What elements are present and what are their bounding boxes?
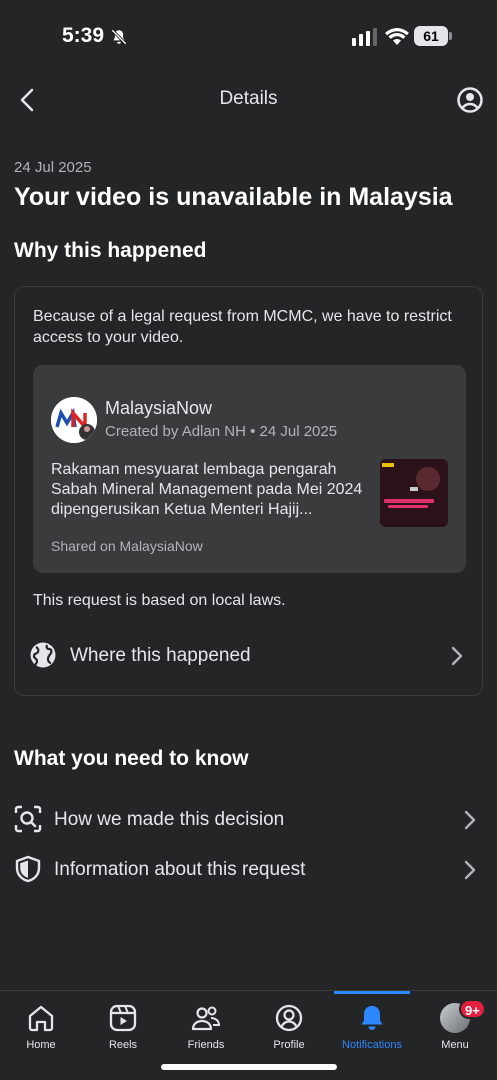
shield-icon [15,855,41,883]
wifi-icon [385,28,409,45]
how-we-made-decision-label: How we made this decision [54,809,285,830]
why-section-title: Why this happened [14,239,207,262]
tab-notifications-label: Notifications [342,1039,402,1051]
tab-menu-label: Menu [441,1039,469,1051]
friends-icon [191,1006,221,1031]
battery-icon: 61 [414,26,452,46]
profile-icon [275,1004,303,1032]
tab-home[interactable]: Home [0,991,82,1061]
signal-icon [352,28,377,46]
status-time: 5:39 [62,24,105,47]
nav-header: Details [0,72,497,128]
malaysianow-logo-icon [51,397,97,443]
account-icon[interactable] [456,86,484,114]
reason-explanation: Because of a legal request from MCMC, we… [33,308,452,346]
request-information-label: Information about this request [54,859,306,880]
page-avatar [51,397,97,443]
where-this-happened-row[interactable]: Where this happened [29,635,469,675]
post-shared-on: Shared on MalaysiaNow [51,538,203,554]
post-page-name: MalaysiaNow [105,398,213,418]
where-this-happened-label: Where this happened [70,645,251,666]
reels-icon [109,1004,137,1032]
status-bar: 5:39 61 [0,0,497,72]
how-we-made-decision-row[interactable]: How we made this decision [14,799,484,839]
globe-icon [30,642,56,668]
notice-date: 24 Jul 2025 [14,159,92,176]
menu-notification-badge: 9+ [459,999,486,1019]
chevron-right-icon [464,860,476,880]
know-section-title: What you need to know [14,747,249,770]
restricted-post-preview[interactable]: MalaysiaNow Created by Adlan NH • 24 Jul… [33,365,466,573]
tab-home-label: Home [26,1039,56,1051]
tab-reels-label: Reels [108,1039,138,1051]
home-indicator [161,1064,337,1070]
notice-title: Your video is unavailable in Malaysia [14,183,453,211]
chevron-right-icon [451,646,463,666]
request-information-row[interactable]: Information about this request [14,849,484,889]
post-meta: Created by Adlan NH • 24 Jul 2025 [105,423,338,440]
tab-friends[interactable]: Friends [165,991,247,1061]
tab-reels[interactable]: Reels [82,991,164,1061]
chevron-right-icon [464,810,476,830]
scan-search-icon [14,805,42,833]
video-thumbnail-icon [380,459,448,527]
battery-level: 61 [414,26,448,46]
bell-icon [361,1006,383,1030]
tab-notifications[interactable]: Notifications [331,991,413,1061]
tab-friends-label: Friends [187,1039,225,1051]
post-body: Rakaman mesyuarat lembaga pengarah Sabah… [51,461,363,518]
reason-card: Because of a legal request from MCMC, we… [14,286,483,696]
post-thumbnail [380,459,448,527]
tab-profile-label: Profile [273,1039,305,1051]
home-icon [28,1005,54,1032]
tab-profile[interactable]: Profile [248,991,330,1061]
request-basis: This request is based on local laws. [33,592,286,609]
page-title: Details [219,88,278,109]
bell-off-icon [111,29,127,45]
